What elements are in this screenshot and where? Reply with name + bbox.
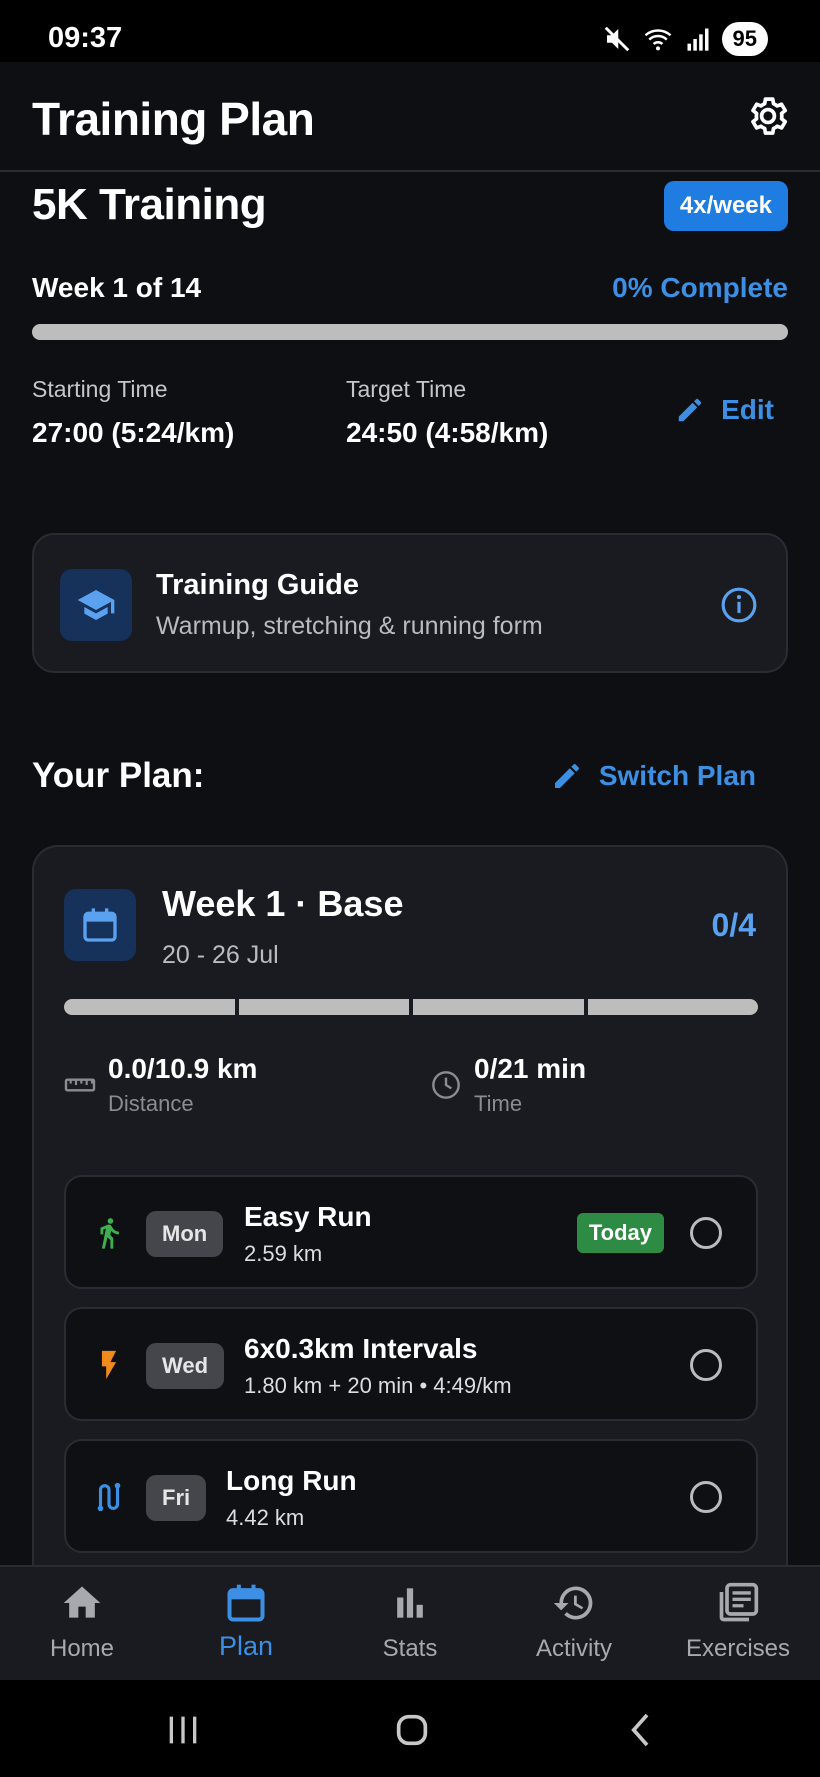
progress-segment [64, 999, 235, 1015]
mute-icon [604, 26, 629, 52]
edit-label: Edit [721, 394, 774, 425]
guide-icon-container [60, 569, 132, 641]
progress-segment [413, 999, 584, 1015]
calendar-icon [83, 908, 117, 942]
program-title: 5K Training [32, 180, 267, 229]
progress-segment [587, 999, 758, 1015]
workout-complete-radio[interactable] [690, 1217, 722, 1249]
nav-exercises-label: Exercises [685, 1635, 791, 1662]
target-time-label: Target Time [346, 376, 467, 402]
target-time-value: 24:50 (4:58/km) [346, 417, 549, 448]
bolt-icon [101, 1350, 117, 1380]
nav-stats-label: Stats [382, 1635, 438, 1662]
workout-row-fri[interactable]: Fri Long Run 4.42 km [64, 1439, 758, 1553]
guide-title: Training Guide [156, 569, 360, 601]
ruler-icon [64, 1078, 96, 1092]
week-calendar-icon-container [64, 889, 136, 961]
battery-indicator: 95 [721, 22, 768, 56]
time-value: 0/21 min [474, 1053, 587, 1084]
guide-subtitle: Warmup, stretching & running form [156, 612, 543, 640]
back-icon[interactable] [622, 1710, 662, 1750]
page-title: Training Plan [32, 93, 315, 145]
home-button-icon[interactable] [392, 1710, 432, 1750]
nav-activity[interactable]: Activity [492, 1567, 656, 1682]
info-icon[interactable] [720, 586, 758, 624]
nav-plan-label: Plan [218, 1631, 274, 1661]
bar-chart-icon [397, 1588, 423, 1618]
week-progress-text: Week 1 of 14 [32, 272, 202, 303]
workout-row-wed[interactable]: Wed 6x0.3km Intervals 1.80 km + 20 min •… [64, 1307, 758, 1421]
status-icons: 95 [602, 22, 768, 56]
nav-activity-label: Activity [535, 1635, 612, 1662]
workout-row-mon[interactable]: Mon Easy Run 2.59 km Today [64, 1175, 758, 1289]
week-segmented-progress [64, 999, 758, 1015]
status-bar: 09:37 95 [0, 0, 820, 62]
workout-detail: 4.42 km [226, 1505, 305, 1530]
walk-icon [100, 1218, 119, 1249]
recent-apps-icon[interactable] [163, 1710, 203, 1750]
nav-home[interactable]: Home [0, 1567, 164, 1682]
pencil-icon [554, 764, 579, 788]
workout-detail: 2.59 km [244, 1241, 323, 1266]
settings-gear-icon[interactable] [746, 94, 790, 138]
workout-complete-radio[interactable] [690, 1481, 722, 1513]
training-guide-card[interactable]: Training Guide Warmup, stretching & runn… [32, 533, 788, 673]
starting-time-label: Starting Time [32, 376, 168, 402]
library-icon [719, 1582, 759, 1622]
workout-name: 6x0.3km Intervals [244, 1333, 478, 1364]
nav-home-label: Home [49, 1635, 115, 1662]
app-bar: Training Plan [0, 62, 820, 172]
signal-icon [687, 28, 709, 51]
edit-times-button[interactable]: Edit [675, 394, 774, 426]
week-title: Week 1 · Base [162, 883, 404, 924]
workout-name: Long Run [226, 1465, 357, 1496]
switch-plan-button[interactable]: Switch Plan [551, 760, 756, 792]
distance-value: 0.0/10.9 km [108, 1053, 258, 1084]
frequency-badge: 4x/week [663, 181, 788, 231]
bottom-navigation: Home Plan Stats Activity Exercises [0, 1565, 820, 1680]
your-plan-heading: Your Plan: [32, 756, 205, 795]
week-workout-count: 0/4 [711, 907, 756, 943]
nav-stats[interactable]: Stats [328, 1567, 492, 1682]
status-time: 09:37 [48, 22, 123, 54]
distance-label: Distance [108, 1091, 194, 1116]
workout-complete-radio[interactable] [690, 1349, 722, 1381]
overall-progress-bar [32, 324, 788, 340]
workout-detail: 1.80 km + 20 min • 4:49/km [244, 1373, 512, 1398]
switch-plan-label: Switch Plan [598, 760, 756, 791]
time-label: Time [474, 1091, 523, 1116]
day-badge: Fri [146, 1475, 207, 1521]
graduation-cap-icon [77, 590, 115, 620]
system-navigation-bar [0, 1680, 820, 1777]
week-dates: 20 - 26 Jul [162, 941, 279, 969]
route-icon [97, 1482, 121, 1512]
starting-time-value: 27:00 (5:24/km) [32, 417, 235, 448]
percent-complete: 0% Complete [612, 272, 788, 303]
nav-exercises[interactable]: Exercises [656, 1567, 820, 1682]
workout-name: Easy Run [244, 1201, 372, 1232]
history-icon [553, 1586, 593, 1620]
day-badge: Wed [146, 1343, 225, 1389]
day-badge: Mon [146, 1211, 224, 1257]
clock-icon [432, 1071, 460, 1099]
wifi-icon [644, 29, 671, 51]
calendar-icon [227, 1584, 265, 1622]
pencil-icon [678, 398, 702, 422]
nav-plan[interactable]: Plan [164, 1567, 328, 1682]
home-icon [63, 1586, 101, 1618]
today-badge: Today [576, 1213, 664, 1253]
progress-segment [238, 999, 409, 1015]
